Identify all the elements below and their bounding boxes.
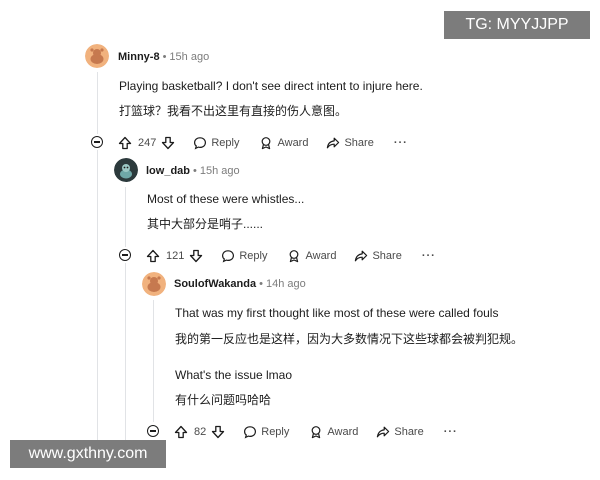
- more-options-button[interactable]: ···: [394, 137, 408, 149]
- username[interactable]: low_dab: [146, 165, 190, 177]
- award-icon: [259, 136, 273, 150]
- vote-count: 82: [194, 426, 207, 438]
- share-button[interactable]: Share: [326, 136, 374, 150]
- share-icon: [326, 136, 340, 150]
- collapse-thread-button[interactable]: [147, 425, 159, 437]
- timestamp: 15h ago: [169, 51, 210, 63]
- thread-line-2b: [125, 263, 126, 440]
- thread-line-1b: [97, 150, 98, 440]
- timestamp: 14h ago: [265, 278, 306, 290]
- collapse-thread-button[interactable]: [91, 136, 103, 148]
- comment-text-line: Playing basketball? I don't see direct i…: [119, 79, 423, 93]
- avatar[interactable]: [114, 158, 138, 182]
- avatar-snoo-icon: [142, 272, 166, 296]
- comment-text-line: 有什么问题吗哈哈: [175, 393, 272, 407]
- more-options-button[interactable]: ···: [422, 250, 436, 262]
- more-options-button[interactable]: ···: [444, 426, 458, 438]
- comment-text-line: What's the issue lmao: [175, 368, 293, 382]
- comment-text-line: Most of these were whistles...: [147, 192, 305, 206]
- thread-line-1: [97, 72, 98, 134]
- downvote-icon[interactable]: [161, 136, 175, 150]
- reply-icon: [221, 249, 235, 263]
- share-icon: [376, 425, 390, 439]
- comment-actions: 82 Reply Award Share ···: [174, 423, 458, 441]
- award-button[interactable]: Award: [287, 249, 336, 263]
- award-icon: [287, 249, 301, 263]
- upvote-icon[interactable]: [146, 249, 160, 263]
- username[interactable]: Minny-8: [118, 51, 160, 63]
- comment-text-line: That was my first thought like most of t…: [175, 306, 499, 320]
- share-button[interactable]: Share: [376, 425, 424, 439]
- comment-meta: SoulofWakanda • 14h ago: [174, 278, 306, 290]
- reply-button[interactable]: Reply: [243, 425, 289, 439]
- comment-text-line: 打篮球？我看不出这里有直接的伤人意图。: [119, 104, 348, 118]
- award-button[interactable]: Award: [259, 136, 308, 150]
- thread-line-3: [153, 300, 154, 422]
- avatar-snoo-icon: [85, 44, 109, 68]
- downvote-icon[interactable]: [189, 249, 203, 263]
- comment-actions: 121 Reply Award Share ···: [146, 247, 436, 265]
- award-icon: [309, 425, 323, 439]
- reply-icon: [193, 136, 207, 150]
- username[interactable]: SoulofWakanda: [174, 278, 256, 290]
- watermark-top-right: TG: MYYJJPP: [444, 11, 590, 39]
- downvote-icon[interactable]: [211, 425, 225, 439]
- comment-text-line: 我的第一反应也是这样，因为大多数情况下这些球都会被判犯规。: [175, 332, 524, 346]
- upvote-icon[interactable]: [118, 136, 132, 150]
- comment-meta: Minny-8 • 15h ago: [118, 51, 210, 63]
- vote-count: 121: [166, 250, 185, 262]
- upvote-icon[interactable]: [174, 425, 188, 439]
- comment-actions: 247 Reply Award Share ···: [118, 134, 408, 152]
- share-icon: [354, 249, 368, 263]
- share-button[interactable]: Share: [354, 249, 402, 263]
- comment-text-line: 其中大部分是哨子......: [147, 217, 264, 231]
- thread-line-2: [125, 187, 126, 247]
- avatar[interactable]: [142, 272, 166, 296]
- comment-meta: low_dab • 15h ago: [146, 165, 240, 177]
- collapse-thread-button[interactable]: [119, 249, 131, 261]
- avatar[interactable]: [85, 44, 109, 68]
- reply-button[interactable]: Reply: [193, 136, 239, 150]
- avatar-dark-icon: [114, 158, 138, 182]
- reply-icon: [243, 425, 257, 439]
- award-button[interactable]: Award: [309, 425, 358, 439]
- timestamp: 15h ago: [199, 165, 240, 177]
- watermark-bottom-left: www.gxthny.com: [10, 440, 166, 468]
- vote-count: 247: [138, 137, 157, 149]
- reply-button[interactable]: Reply: [221, 249, 267, 263]
